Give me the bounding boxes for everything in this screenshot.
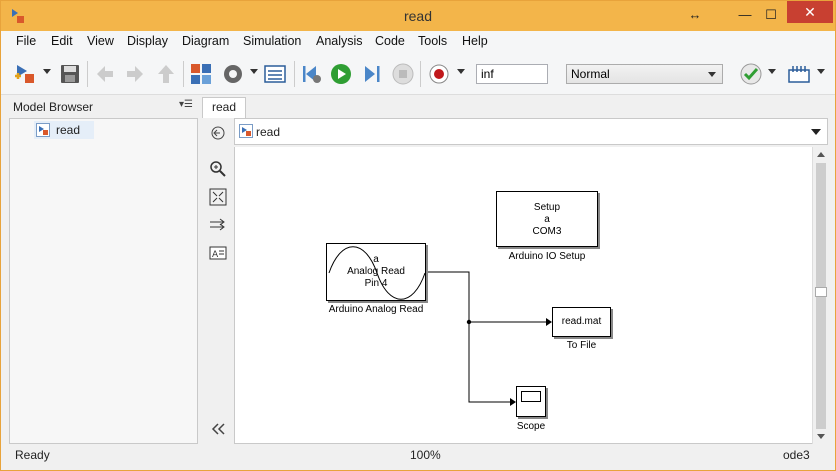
scroll-down-icon[interactable] xyxy=(817,434,825,439)
block-text-line: a xyxy=(544,214,550,225)
route-lines-icon[interactable] xyxy=(209,216,227,234)
scope-block[interactable] xyxy=(516,386,546,417)
run-button[interactable] xyxy=(329,62,353,86)
signal-line-to-scope[interactable] xyxy=(427,271,510,403)
save-icon[interactable] xyxy=(58,62,82,86)
model-browser-header: Model Browser ▾☰ xyxy=(9,97,197,117)
annotation-icon[interactable]: A xyxy=(209,244,227,262)
stop-button[interactable] xyxy=(391,62,415,86)
simulation-mode-value: Normal xyxy=(571,67,610,81)
status-bar: Ready 100% ode3 xyxy=(1,445,835,470)
model-icon xyxy=(36,123,50,137)
minimize-button[interactable]: — xyxy=(733,4,757,26)
toolbar-separator xyxy=(294,61,295,87)
step-forward-icon[interactable] xyxy=(359,62,383,86)
model-browser-tree: read xyxy=(9,118,198,444)
block-text-line: Analog Read xyxy=(347,266,405,277)
model-advisor-check-icon[interactable] xyxy=(739,62,763,86)
toolbar-separator xyxy=(183,61,184,87)
menu-analysis[interactable]: Analysis xyxy=(316,34,363,48)
model-browser-options-icon[interactable]: ▾☰ xyxy=(179,99,193,110)
advisor-dropdown-icon[interactable] xyxy=(768,69,776,74)
menu-file[interactable]: File xyxy=(16,34,36,48)
simulation-mode-select[interactable]: Normal xyxy=(566,64,723,84)
arduino-io-setup-block[interactable]: Setup a COM3 xyxy=(496,191,598,247)
maximize-button[interactable]: ☐ xyxy=(759,4,783,26)
block-text-line: a xyxy=(373,254,379,265)
menu-view[interactable]: View xyxy=(87,34,114,48)
menu-diagram[interactable]: Diagram xyxy=(182,34,229,48)
scroll-position-marker xyxy=(815,287,827,297)
model-explorer-icon[interactable] xyxy=(263,62,287,86)
scroll-up-icon[interactable] xyxy=(817,152,825,157)
to-file-block[interactable]: read.mat xyxy=(552,307,611,337)
menu-help[interactable]: Help xyxy=(462,34,488,48)
fit-to-view-icon[interactable] xyxy=(209,188,227,206)
menu-tools[interactable]: Tools xyxy=(418,34,447,48)
menu-bar: File Edit View Display Diagram Simulatio… xyxy=(1,31,835,53)
new-model-icon[interactable] xyxy=(13,62,37,86)
forward-arrow-icon[interactable] xyxy=(123,62,147,86)
menu-code[interactable]: Code xyxy=(375,34,405,48)
menu-simulation[interactable]: Simulation xyxy=(243,34,301,48)
back-arrow-icon[interactable] xyxy=(93,62,117,86)
window-title: read xyxy=(403,8,433,24)
settings-dropdown-icon[interactable] xyxy=(250,69,258,74)
tree-node-label: read xyxy=(56,123,81,137)
status-text: Ready xyxy=(15,448,50,462)
block-text-line: COM3 xyxy=(532,226,562,237)
new-dropdown-icon[interactable] xyxy=(43,69,51,74)
settings-gear-icon[interactable] xyxy=(221,62,245,86)
vertical-scrollbar[interactable] xyxy=(812,147,828,444)
arduino-analog-read-block[interactable]: a Analog Read Pin 4 xyxy=(326,243,426,301)
library-browser-icon[interactable] xyxy=(189,62,213,86)
tab-read[interactable]: read xyxy=(202,97,246,118)
toolbar-separator xyxy=(420,61,421,87)
stop-time-input[interactable] xyxy=(476,64,548,84)
build-model-icon[interactable] xyxy=(787,62,811,86)
block-text-line: Setup xyxy=(533,202,561,213)
block-caption-io-setup: Arduino IO Setup xyxy=(508,251,586,262)
model-browser-title: Model Browser xyxy=(13,100,94,114)
record-button[interactable] xyxy=(427,62,451,86)
block-caption-analog-read: Arduino Analog Read xyxy=(328,304,424,315)
menu-display[interactable]: Display xyxy=(127,34,168,48)
chevron-down-icon[interactable] xyxy=(811,129,821,135)
step-back-icon[interactable] xyxy=(300,62,324,86)
chevron-down-icon xyxy=(708,72,716,77)
zoom-level: 100% xyxy=(410,448,441,462)
svg-text:A: A xyxy=(212,250,219,260)
up-arrow-icon[interactable] xyxy=(154,62,178,86)
simulink-window: read ↔ — ☐ ✕ File Edit View Display Diag… xyxy=(0,0,836,471)
block-text-line: Pin 4 xyxy=(364,278,388,289)
title-bar: read ↔ — ☐ ✕ xyxy=(1,1,835,31)
block-caption-scope: Scope xyxy=(516,421,546,432)
close-button[interactable]: ✕ xyxy=(787,1,833,23)
editor-palette: A xyxy=(203,118,233,444)
toolbar-separator xyxy=(87,61,88,87)
tree-node-read[interactable]: read xyxy=(34,121,94,139)
resize-icon[interactable]: ↔ xyxy=(683,4,707,26)
branch-point xyxy=(466,319,472,325)
collapse-double-chevron-icon[interactable] xyxy=(209,420,227,438)
build-dropdown-icon[interactable] xyxy=(817,69,825,74)
zoom-icon[interactable] xyxy=(209,160,227,178)
hide-show-browser-icon[interactable] xyxy=(209,124,227,142)
scope-screen-icon xyxy=(521,391,541,402)
model-canvas[interactable]: Setup a COM3 Arduino IO Setup a Analog R… xyxy=(234,147,812,444)
record-dropdown-icon[interactable] xyxy=(457,69,465,74)
model-icon xyxy=(239,124,253,138)
model-address-bar[interactable]: read xyxy=(234,118,828,145)
menu-edit[interactable]: Edit xyxy=(51,34,73,48)
address-path: read xyxy=(256,125,281,139)
solver-name[interactable]: ode3 xyxy=(783,448,810,462)
block-caption-to-file: To File xyxy=(566,340,597,351)
